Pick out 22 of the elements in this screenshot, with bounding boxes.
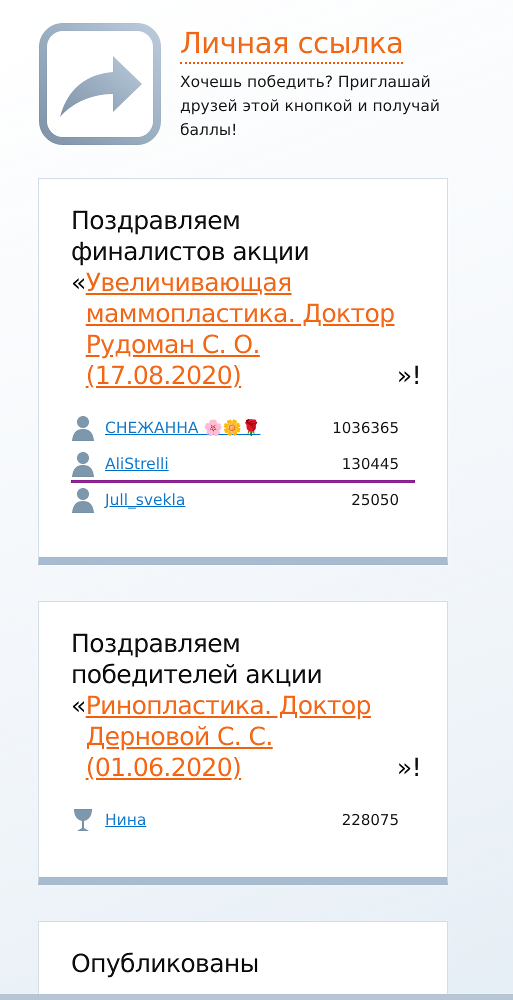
user-score: 25050 <box>351 490 400 508</box>
promo-text: Хочешь победить? Приглашай друзей этой кнопкой и получай баллы! <box>180 72 441 141</box>
user-link[interactable]: Jull_svekla <box>105 490 186 508</box>
card-title: Поздравляем финалистов акции <box>71 205 310 267</box>
user-link[interactable]: AliStrelli <box>105 454 169 472</box>
person-icon <box>71 414 95 442</box>
quote-mark: « <box>71 690 86 721</box>
card-title: Опубликованы <box>71 948 260 979</box>
promo-title[interactable]: Личная ссылка <box>180 26 404 64</box>
card-title: Поздравляем победителей акции <box>71 628 324 690</box>
quote-mark: »! <box>396 360 421 391</box>
promotion-link[interactable]: Ринопластика. Доктор Дерновой С. С. (01.06.2020) <box>86 690 397 783</box>
user-score: 228075 <box>342 810 400 828</box>
user-score: 130445 <box>342 454 400 472</box>
user-score: 1036365 <box>332 418 400 436</box>
person-icon <box>71 486 95 514</box>
person-icon <box>71 450 95 478</box>
promotion-link[interactable]: Увеличивающая маммопластика. Доктор Рудоман С. О. (17.08.2020) <box>86 267 397 391</box>
user-link[interactable]: Нина <box>105 810 146 828</box>
quote-mark: »! <box>396 752 421 783</box>
quote-mark: « <box>71 267 86 298</box>
user-link[interactable]: СНЕЖАННА 🌸🌼🌹 <box>105 418 260 436</box>
